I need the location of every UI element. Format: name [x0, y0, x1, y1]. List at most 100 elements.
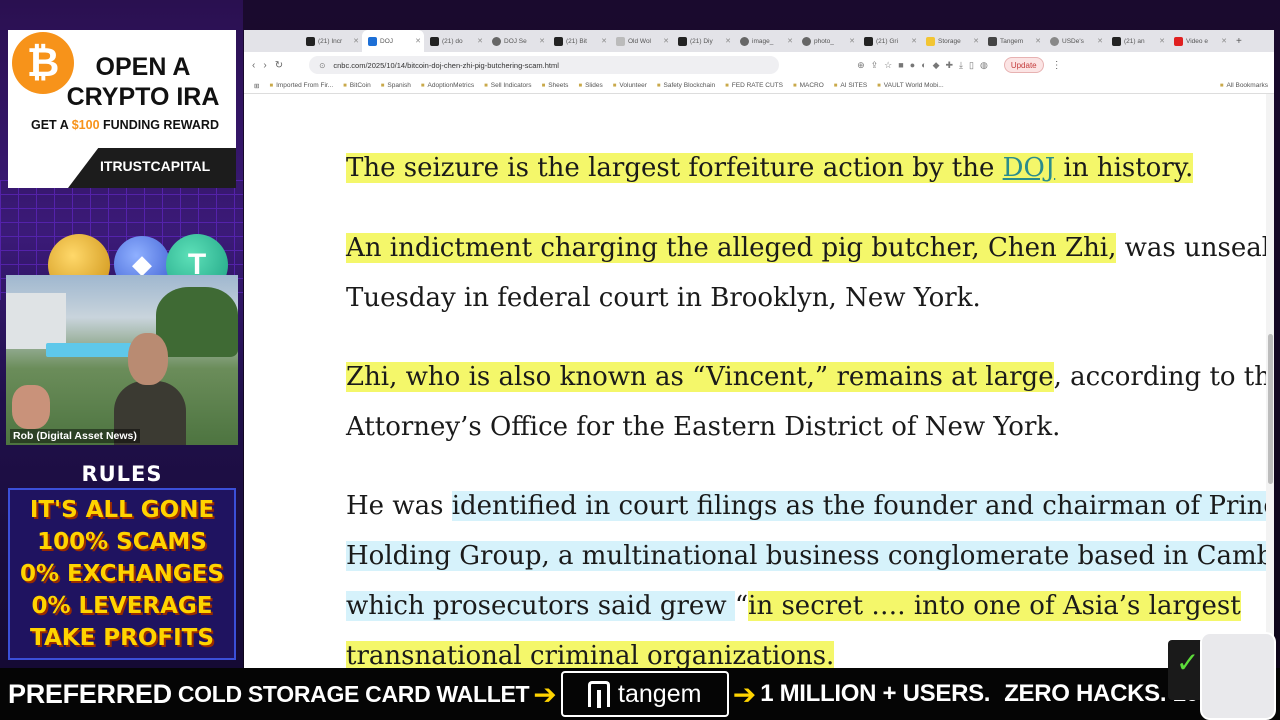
bookmark-star-icon[interactable]: ☆ [884, 60, 892, 71]
close-icon[interactable]: ✕ [911, 37, 917, 45]
new-tab-button[interactable]: + [1230, 36, 1242, 47]
close-icon[interactable]: ✕ [787, 37, 793, 45]
rule-item: 100% SCAMS [37, 529, 207, 555]
browser-tab[interactable]: Tangem ✕ [982, 30, 1044, 52]
banner-users: 1 MILLION + USERS. [760, 680, 991, 707]
tab-label: Old Wol [628, 37, 651, 45]
x-icon [864, 36, 873, 46]
close-icon[interactable]: ✕ [477, 37, 483, 45]
tangem-logo-icon [588, 681, 611, 708]
p4-line-1: He was identified in court filings as th… [346, 481, 1274, 531]
close-icon[interactable]: ✕ [415, 37, 421, 45]
bookmark-item[interactable]: Sheets [542, 82, 568, 89]
bookmark-item[interactable]: FED RATE CUTS [725, 82, 783, 89]
x-icon [306, 36, 315, 46]
x-icon [554, 36, 563, 46]
sidebar-icon[interactable]: ▯ [969, 60, 974, 71]
menu-icon[interactable]: ⋮ [1052, 60, 1062, 71]
browser-tab[interactable]: DOJ Se ✕ [486, 30, 548, 52]
reload-icon[interactable]: ↻ [275, 60, 283, 71]
download-icon[interactable]: ⤓ [959, 60, 963, 71]
site-info-icon[interactable]: ⊙ [319, 61, 325, 70]
browser-tab[interactable]: (21) Gri ✕ [858, 30, 920, 52]
scrollbar[interactable] [1266, 94, 1274, 668]
globe-icon [740, 36, 749, 46]
tab-label: (21) Bit [566, 37, 587, 45]
all-bookmarks-folder[interactable]: All Bookmarks [1220, 82, 1274, 89]
browser-tab[interactable]: (21) do ✕ [424, 30, 486, 52]
checkmark-icon: ✓ [1176, 646, 1200, 679]
browser-tab[interactable]: (21) Diy ✕ [672, 30, 734, 52]
highlighted-text-blue: which prosecutors said grew [346, 591, 735, 621]
highlighted-text: An indictment charging the alleged pig b… [346, 233, 1117, 263]
bookmark-item[interactable]: Sell Indicators [484, 82, 532, 89]
bookmark-item[interactable]: AI SITES [834, 82, 867, 89]
browser-tab-active[interactable]: DOJ ✕ [362, 30, 424, 52]
close-icon[interactable]: ✕ [1221, 37, 1227, 45]
bookmark-item[interactable]: Slides [578, 82, 603, 89]
ad-sub-prefix: GET A [30, 118, 72, 132]
tab-bar: (21) Incr ✕ DOJ ✕ (21) do ✕ DOJ Se ✕ (21) Bi… [244, 30, 1274, 52]
extension-icon[interactable]: ■ [898, 60, 903, 71]
close-icon[interactable]: ✕ [663, 37, 669, 45]
tangem-wordmark: tangem [618, 679, 702, 708]
browser-tab[interactable]: Old Wol ✕ [610, 30, 672, 52]
apps-icon[interactable]: ⊞ [254, 82, 259, 90]
bookmarks-bar: ⊞ Imported From Fir... BitCoin Spanish A… [244, 78, 1274, 94]
browser-tab[interactable]: photo_ ✕ [796, 30, 858, 52]
rule-item: 0% EXCHANGES [19, 561, 224, 587]
share-icon[interactable]: ⇪ [871, 60, 879, 71]
update-button[interactable]: Update [1003, 57, 1044, 73]
profile-icon[interactable]: ◍ [980, 60, 988, 71]
close-icon[interactable]: ✕ [353, 37, 359, 45]
presenter-head [128, 333, 168, 385]
crypto-ira-ad[interactable]: ₿ OPEN A CRYPTO IRA GET A $100 FUNDING R… [8, 30, 236, 188]
close-icon[interactable]: ✕ [725, 37, 731, 45]
x-icon [430, 36, 439, 46]
arrow-right-icon: ➔ [732, 677, 757, 711]
extension-icon[interactable]: ◐ [921, 60, 926, 71]
close-icon[interactable]: ✕ [601, 37, 607, 45]
close-icon[interactable]: ✕ [1159, 37, 1165, 45]
folder-icon [926, 36, 935, 46]
p3-line-1: Zhi, who is also known as “Vincent,” rem… [346, 352, 1274, 402]
browser-tab[interactable]: (21) Bit ✕ [548, 30, 610, 52]
p4-line-3: which prosecutors said grew “in secret …… [346, 581, 1274, 631]
browser-tab[interactable]: USDe's ✕ [1044, 30, 1106, 52]
close-icon[interactable]: ✕ [849, 37, 855, 45]
extension-icon[interactable]: ◆ [933, 60, 940, 71]
close-icon[interactable]: ✕ [539, 37, 545, 45]
bookmark-item[interactable]: BitCoin [343, 82, 371, 89]
browser-tab[interactable]: Storage ✕ [920, 30, 982, 52]
ad-title: OPEN A CRYPTO IRA [66, 53, 220, 111]
close-icon[interactable]: ✕ [1035, 37, 1041, 45]
browser-tab[interactable]: (21) Incr ✕ [300, 30, 362, 52]
bookmark-item[interactable]: AdoptionMetrics [421, 82, 475, 89]
scrollbar-thumb[interactable] [1268, 334, 1273, 484]
forward-icon[interactable]: › [263, 60, 266, 71]
article-paragraph-4: He was identified in court filings as th… [346, 481, 1274, 668]
browser-tab[interactable]: image_ ✕ [734, 30, 796, 52]
back-icon[interactable]: ‹ [252, 60, 255, 71]
bookmark-item[interactable]: VAULT World Mobi... [877, 82, 944, 89]
bookmark-item[interactable]: Imported From Fir... [269, 82, 333, 89]
doj-link[interactable]: DOJ [1003, 153, 1056, 183]
tab-label: photo_ [814, 37, 834, 45]
page-icon [616, 36, 625, 46]
puzzle-icon[interactable]: ✚ [945, 60, 953, 71]
browser-tab[interactable]: Video e ✕ [1168, 30, 1230, 52]
bookmark-item[interactable]: Safety Blockchain [657, 82, 716, 89]
extension-icon[interactable]: ● [910, 60, 915, 71]
extension-icons: ⊕ ⇪ ☆ ■ ● ◐ ◆ ✚ ⤓ ▯ ◍ [857, 60, 988, 71]
address-bar[interactable]: ⊙ cnbc.com/2025/10/14/bitcoin-doj-chen-z… [309, 56, 780, 74]
bookmark-item[interactable]: Spanish [381, 82, 411, 89]
webcam-feed [6, 275, 238, 445]
webcam-house [6, 293, 66, 349]
bookmark-item[interactable]: MACRO [793, 82, 824, 89]
zoom-icon[interactable]: ⊕ [857, 60, 865, 71]
close-icon[interactable]: ✕ [1097, 37, 1103, 45]
close-icon[interactable]: ✕ [973, 37, 979, 45]
highlighted-text: The seizure is the largest forfeiture ac… [346, 153, 1194, 183]
browser-tab[interactable]: (21) an ✕ [1106, 30, 1168, 52]
bookmark-item[interactable]: Volunteer [613, 82, 646, 89]
